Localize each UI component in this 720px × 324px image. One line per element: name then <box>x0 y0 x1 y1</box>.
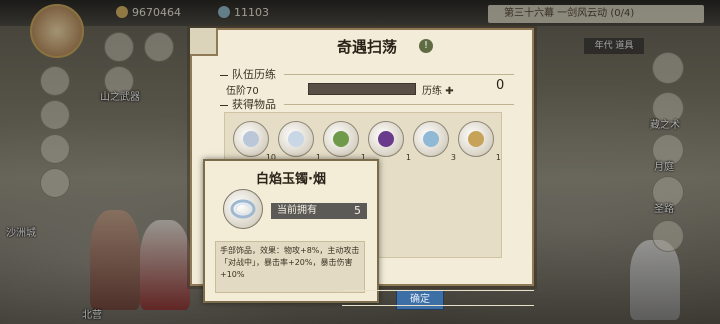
item-blue-cloud-icon <box>423 131 439 147</box>
item-count: 1 <box>495 153 501 162</box>
owned-count-row: 当前拥有 5 <box>271 203 367 219</box>
item-jade-bracelet-icon <box>288 131 304 147</box>
divider <box>284 74 514 75</box>
item-star-charm[interactable]: 10 <box>233 121 276 162</box>
info-icon[interactable]: ! <box>419 39 433 53</box>
plus-icon: ✚ <box>445 86 454 97</box>
item-green-pendant[interactable]: 1 <box>323 121 366 162</box>
item-star-charm-icon <box>243 131 259 147</box>
item-purple-cushion-icon <box>378 131 394 147</box>
item-green-pendant-icon <box>333 131 349 147</box>
item-blue-cloud[interactable]: 3 <box>413 121 456 162</box>
exp-label: 历练 ✚ <box>422 86 454 97</box>
divider <box>284 104 514 105</box>
team-rank: 伍阶70 <box>226 86 259 97</box>
dialog-title: 奇遇扫荡 <box>336 38 397 56</box>
item-count: 1 <box>405 153 411 162</box>
item-count: 3 <box>450 153 456 162</box>
exp-progress-bar <box>308 83 416 95</box>
item-name: 白焰玉镯·烟 <box>256 172 326 187</box>
item-jade-bracelet[interactable]: 1 <box>278 121 321 162</box>
item-gold-ornament[interactable]: 1 <box>458 121 501 162</box>
scroll-ornament <box>342 290 534 306</box>
item-description: 手部饰品，效果：物攻+8%，主动攻击「对战中」，暴击率+20%，暴击伤害+10% <box>215 241 365 293</box>
owned-count: 5 <box>354 204 361 217</box>
items-section-header: 获得物品 <box>220 96 276 112</box>
exp-value: 0 <box>496 78 505 93</box>
dialog-corner-ornament <box>190 28 218 56</box>
jade-bracelet-icon <box>223 189 263 229</box>
item-purple-cushion[interactable]: 1 <box>368 121 411 162</box>
item-detail-popup: 白焰玉镯·烟 当前拥有 5 手部饰品，效果：物攻+8%，主动攻击「对战中」，暴击… <box>203 159 379 303</box>
team-section-header: 队伍历练 <box>220 66 276 82</box>
item-gold-ornament-icon <box>468 131 484 147</box>
